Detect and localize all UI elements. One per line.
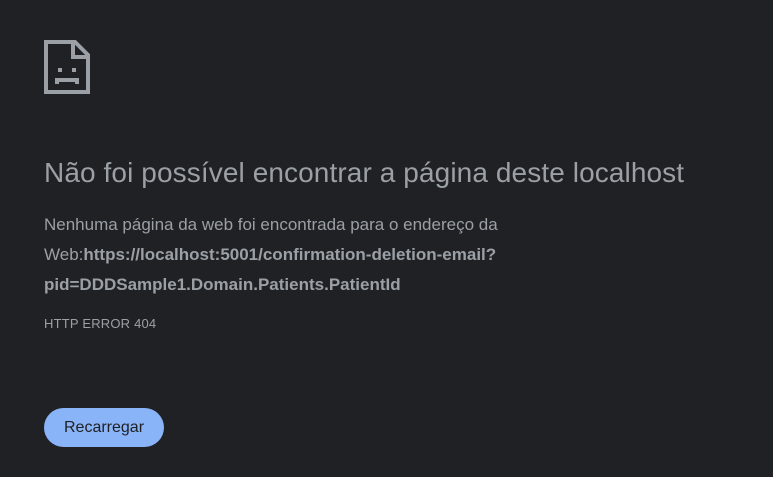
- sad-document-icon: [44, 40, 90, 94]
- reload-button[interactable]: Recarregar: [44, 408, 165, 447]
- page-title: Não foi possível encontrar a página dest…: [44, 157, 685, 188]
- requested-url: https://localhost:5001/confirmation-dele…: [44, 244, 497, 294]
- error-message: Nenhuma página da web foi encontrada par…: [44, 210, 564, 300]
- error-code: HTTP ERROR 404: [44, 315, 157, 331]
- error-page: Não foi possível encontrar a página dest…: [44, 40, 754, 331]
